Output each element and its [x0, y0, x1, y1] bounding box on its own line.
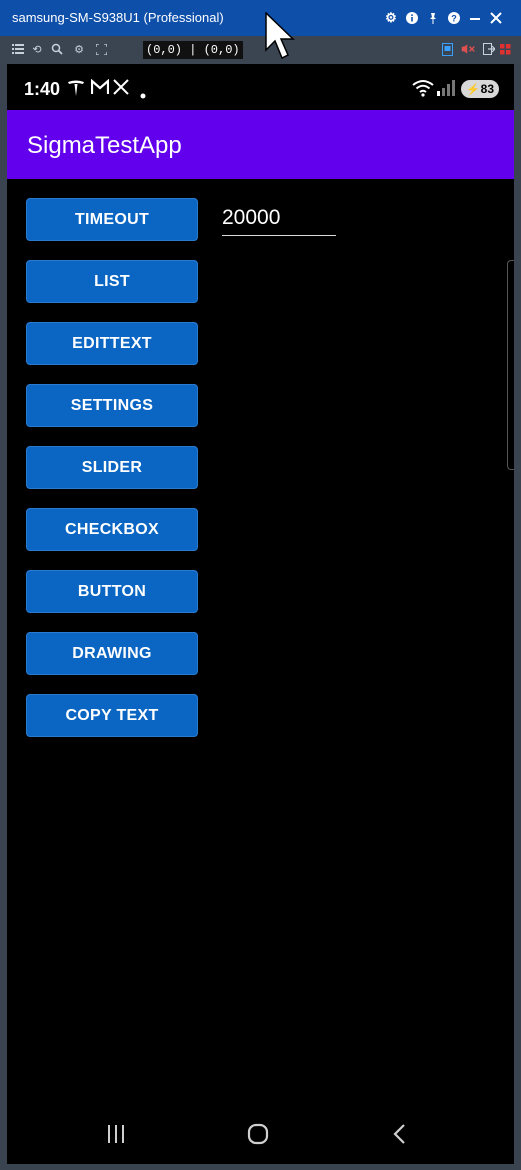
battery-indicator: ⚡ 83 [461, 80, 499, 98]
app-bar: SigmaTestApp [7, 110, 514, 179]
button-button[interactable]: BUTTON [26, 570, 198, 613]
exit-icon[interactable] [482, 42, 496, 56]
dot-icon [140, 86, 146, 104]
signal-icon [437, 80, 455, 101]
home-icon[interactable] [247, 1123, 269, 1152]
mute-icon[interactable] [461, 42, 475, 56]
window-titlebar: samsung-SM-S938U1 (Professional) ⚙ ? [0, 0, 521, 36]
gear-icon[interactable]: ⚙ [383, 10, 399, 26]
x-icon [113, 79, 129, 100]
mouse-cursor-icon [265, 11, 295, 67]
copy-text-button[interactable]: COPY TEXT [26, 694, 198, 737]
svg-text:?: ? [451, 14, 457, 24]
window-title: samsung-SM-S938U1 (Professional) [12, 10, 224, 25]
timeout-button[interactable]: TIMEOUT [26, 198, 198, 241]
edittext-button[interactable]: EDITTEXT [26, 322, 198, 365]
rotate-icon[interactable]: ⟲ [30, 42, 44, 56]
status-bar: 1:40 ⚡ 83 [7, 64, 514, 110]
settings-icon[interactable]: ⚙ [72, 42, 86, 56]
navigation-bar [7, 1109, 514, 1159]
drawing-button[interactable]: DRAWING [26, 632, 198, 675]
info-icon[interactable] [404, 10, 420, 26]
wifi-icon [412, 79, 434, 102]
help-icon[interactable]: ? [446, 10, 462, 26]
menu-icon[interactable] [11, 42, 25, 56]
coordinates-readout: (0,0) | (0,0) [143, 41, 243, 59]
device-toolbar: ⟲ ⚙ (0,0) | (0,0) [0, 36, 521, 64]
screen-icon[interactable] [440, 42, 454, 56]
minimize-icon[interactable] [467, 10, 483, 26]
grid-icon[interactable] [498, 42, 512, 56]
back-icon[interactable] [392, 1123, 406, 1152]
fullscreen-icon[interactable] [94, 42, 108, 56]
settings-button[interactable]: SETTINGS [26, 384, 198, 427]
timeout-input[interactable]: 20000 [222, 204, 336, 236]
app-title: SigmaTestApp [27, 132, 182, 159]
list-button[interactable]: LIST [26, 260, 198, 303]
pin-icon[interactable] [425, 10, 441, 26]
status-time: 1:40 [24, 79, 61, 99]
checkbox-button[interactable]: CHECKBOX [26, 508, 198, 551]
close-icon[interactable] [488, 10, 504, 26]
battery-level: 83 [480, 82, 495, 96]
edge-panel-handle[interactable] [507, 260, 514, 470]
gmail-icon [90, 78, 110, 100]
zoom-icon[interactable] [50, 42, 64, 56]
tesla-icon [67, 79, 85, 102]
recents-icon[interactable] [106, 1123, 126, 1151]
slider-button[interactable]: SLIDER [26, 446, 198, 489]
phone-screen: 1:40 ⚡ 83 SigmaTestApp TIMEOUT LIST EDITT… [7, 64, 514, 1164]
